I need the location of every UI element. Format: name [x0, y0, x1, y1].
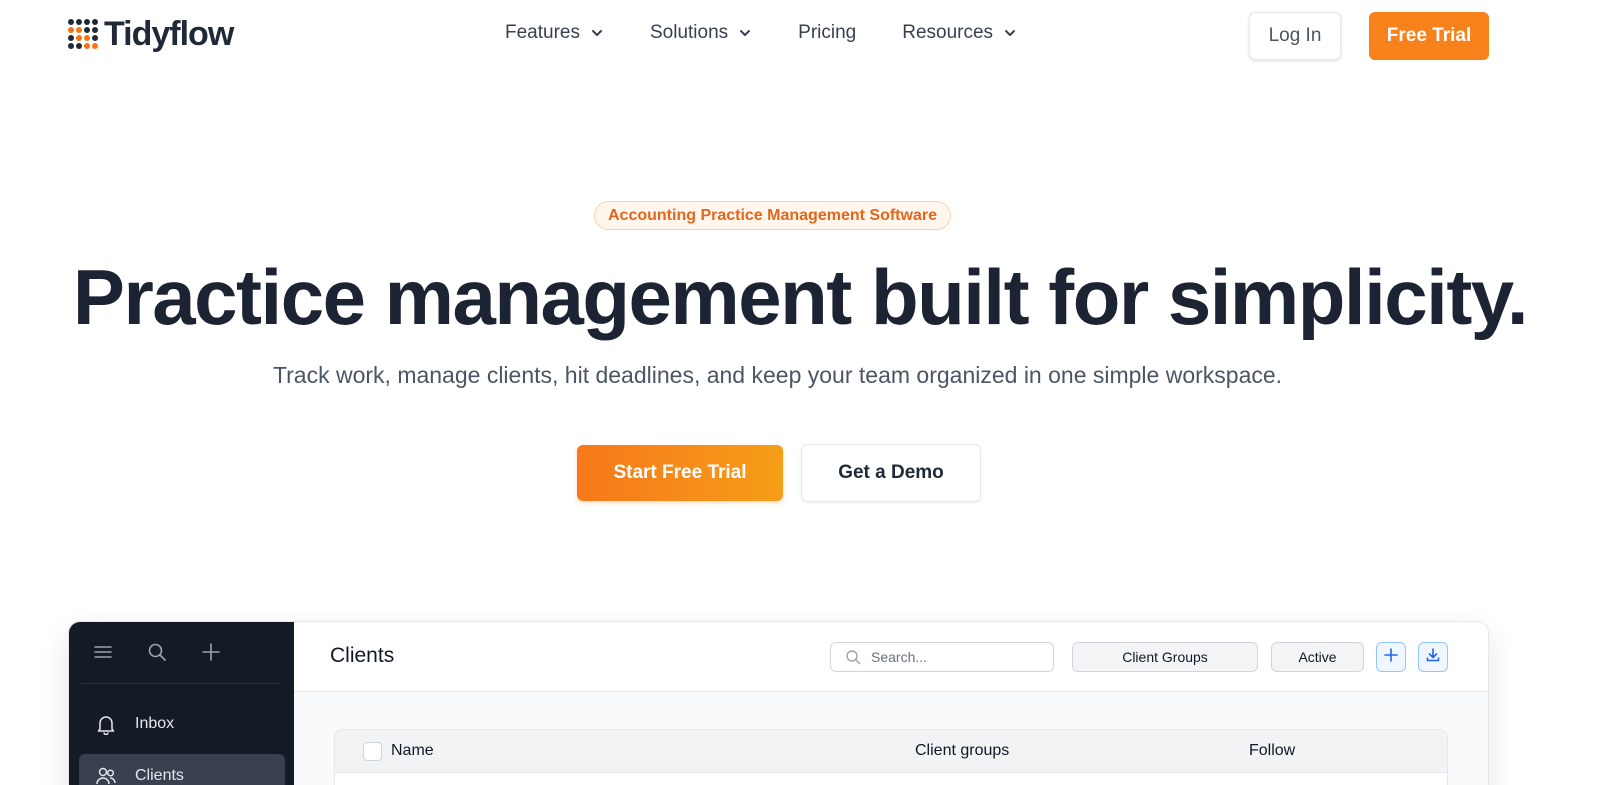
login-button[interactable]: Log In	[1249, 12, 1341, 60]
sidebar-item-label: Clients	[135, 767, 184, 784]
start-free-trial-button[interactable]: Start Free Trial	[577, 445, 783, 501]
nav-item-solutions[interactable]: Solutions	[650, 22, 752, 44]
menu-icon[interactable]	[93, 642, 113, 662]
column-header-name[interactable]: Name	[391, 742, 434, 760]
plus-icon[interactable]	[201, 642, 221, 662]
app-main: Clients Search... Client Groups Active N…	[294, 622, 1488, 785]
free-trial-button[interactable]: Free Trial	[1369, 12, 1489, 60]
users-icon	[95, 765, 117, 785]
app-preview: Inbox Clients Clients Search... Client G…	[68, 621, 1489, 785]
sidebar-item-clients[interactable]: Clients	[79, 754, 285, 785]
nav-item-label: Solutions	[649, 22, 729, 43]
main-menu: Features Solutions Pricing Resources	[505, 22, 1063, 44]
nav-item-features[interactable]: Features	[505, 22, 604, 44]
search-icon	[845, 649, 861, 665]
search-input[interactable]: Search...	[830, 642, 1054, 672]
category-badge: Accounting Practice Management Software	[594, 201, 951, 230]
page-title: Clients	[330, 644, 395, 667]
chevron-down-icon	[1003, 26, 1017, 40]
clients-table: Name Client groups Follow	[334, 729, 1448, 785]
top-navbar: Tidyflow Features Solutions Pricing Reso…	[0, 0, 1600, 72]
plus-icon	[1383, 647, 1399, 668]
status-filter[interactable]: Active	[1271, 642, 1364, 672]
nav-item-label: Resources	[902, 22, 994, 43]
sidebar-item-label: Inbox	[135, 715, 175, 732]
get-demo-button[interactable]: Get a Demo	[801, 444, 981, 502]
select-all-checkbox[interactable]	[363, 742, 382, 761]
download-icon	[1425, 647, 1441, 668]
chevron-down-icon	[590, 26, 604, 40]
app-header: Clients Search... Client Groups Active	[294, 622, 1488, 692]
column-header-client-groups[interactable]: Client groups	[915, 742, 1009, 760]
hero-headline: Practice management built for simplicity…	[72, 253, 1529, 341]
client-groups-filter[interactable]: Client Groups	[1072, 642, 1258, 672]
brand-name: Tidyflow	[104, 15, 234, 53]
add-client-button[interactable]	[1376, 642, 1406, 672]
nav-item-resources[interactable]: Resources	[902, 22, 1017, 44]
nav-item-label: Pricing	[798, 22, 857, 43]
search-placeholder: Search...	[871, 649, 928, 665]
sidebar-item-inbox[interactable]: Inbox	[79, 702, 285, 746]
column-header-follow[interactable]: Follow	[1249, 742, 1295, 760]
table-header: Name Client groups Follow	[335, 730, 1447, 773]
sidebar-tools	[93, 642, 221, 662]
search-icon[interactable]	[147, 642, 167, 662]
logo-mark-icon	[68, 19, 98, 49]
download-button[interactable]	[1418, 642, 1448, 672]
nav-item-pricing[interactable]: Pricing	[798, 22, 856, 44]
chevron-down-icon	[738, 26, 752, 40]
sidebar-divider	[81, 683, 281, 684]
hero-subline: Track work, manage clients, hit deadline…	[272, 362, 1283, 388]
nav-item-label: Features	[505, 22, 580, 43]
app-sidebar: Inbox Clients	[69, 622, 294, 785]
bell-icon	[95, 713, 117, 736]
brand-logo[interactable]: Tidyflow	[68, 15, 234, 53]
